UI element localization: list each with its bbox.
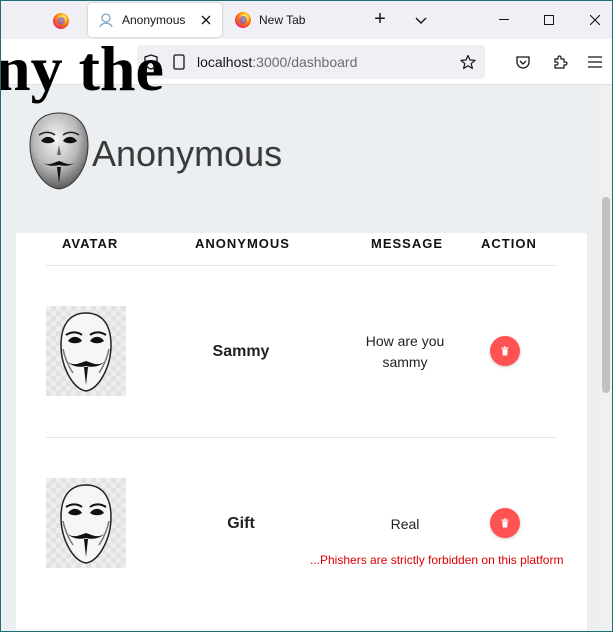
bookmark-star-icon[interactable] xyxy=(460,54,476,70)
url-bar[interactable]: localhost:3000/dashboard xyxy=(137,45,485,79)
mask-avatar-icon xyxy=(60,484,112,564)
url-host: localhost xyxy=(197,54,253,70)
scrollbar-thumb[interactable] xyxy=(602,197,610,393)
column-header-avatar: AVATAR xyxy=(62,236,119,251)
list-all-tabs-icon[interactable] xyxy=(410,10,432,32)
pinned-tab-firefox[interactable] xyxy=(45,7,77,35)
tab-anonymous[interactable]: Anonymous xyxy=(88,3,222,37)
menu-hamburger-icon[interactable] xyxy=(584,51,606,73)
browser-window: Anonymous New Tab + localhost:3000/dashb… xyxy=(0,0,613,632)
trash-icon xyxy=(501,518,509,528)
phishing-warning: ...Phishers are strictly forbidden on th… xyxy=(310,553,564,567)
extensions-icon[interactable] xyxy=(549,51,571,73)
column-header-anonymous: ANONYMOUS xyxy=(195,236,290,251)
messages-table: AVATAR ANONYMOUS MESSAGE ACTION Sammy Ho… xyxy=(16,233,587,631)
message-text: Real xyxy=(390,516,420,532)
column-header-message: MESSAGE xyxy=(371,236,444,251)
mask-avatar-icon xyxy=(60,312,112,392)
page-title: Anonymous xyxy=(92,133,283,174)
maximize-button[interactable] xyxy=(534,7,564,33)
tab-new-tab[interactable]: New Tab xyxy=(227,3,359,37)
table-row: Gift Real xyxy=(46,438,557,610)
tab-label: Anonymous xyxy=(122,13,186,27)
page-content: Anonymous AVATAR ANONYMOUS MESSAGE ACTIO… xyxy=(1,85,600,631)
url-path: :3000/dashboard xyxy=(252,54,358,70)
page-info-icon[interactable] xyxy=(171,54,187,70)
minimize-button[interactable] xyxy=(489,7,519,33)
message-text: How are you sammy xyxy=(365,333,445,370)
guy-fawkes-mask-logo xyxy=(29,112,89,190)
trash-icon xyxy=(501,346,509,356)
column-header-action: ACTION xyxy=(481,236,537,251)
delete-button[interactable] xyxy=(490,508,520,538)
navigation-toolbar: localhost:3000/dashboard xyxy=(1,39,612,85)
firefox-icon xyxy=(53,13,69,29)
vertical-scrollbar[interactable] xyxy=(600,85,612,631)
shield-icon[interactable] xyxy=(143,54,159,70)
tab-strip: Anonymous New Tab + xyxy=(1,1,612,39)
new-tab-button[interactable]: + xyxy=(369,9,391,31)
url-text[interactable]: localhost:3000/dashboard xyxy=(197,54,357,70)
avatar xyxy=(46,478,126,568)
delete-button[interactable] xyxy=(490,336,520,366)
firefox-icon xyxy=(235,12,251,28)
anonymous-name: Sammy xyxy=(212,343,270,360)
close-tab-icon[interactable] xyxy=(198,12,214,28)
table-header: AVATAR ANONYMOUS MESSAGE ACTION xyxy=(46,233,557,266)
tab-label: New Tab xyxy=(259,13,306,27)
anonymous-favicon-icon xyxy=(99,13,113,28)
avatar xyxy=(46,306,126,396)
close-window-button[interactable] xyxy=(580,7,610,33)
anonymous-name: Gift xyxy=(227,515,255,532)
brand-header xyxy=(27,111,91,191)
pocket-icon[interactable] xyxy=(512,51,534,73)
table-row: Sammy How are you sammy xyxy=(46,266,557,438)
